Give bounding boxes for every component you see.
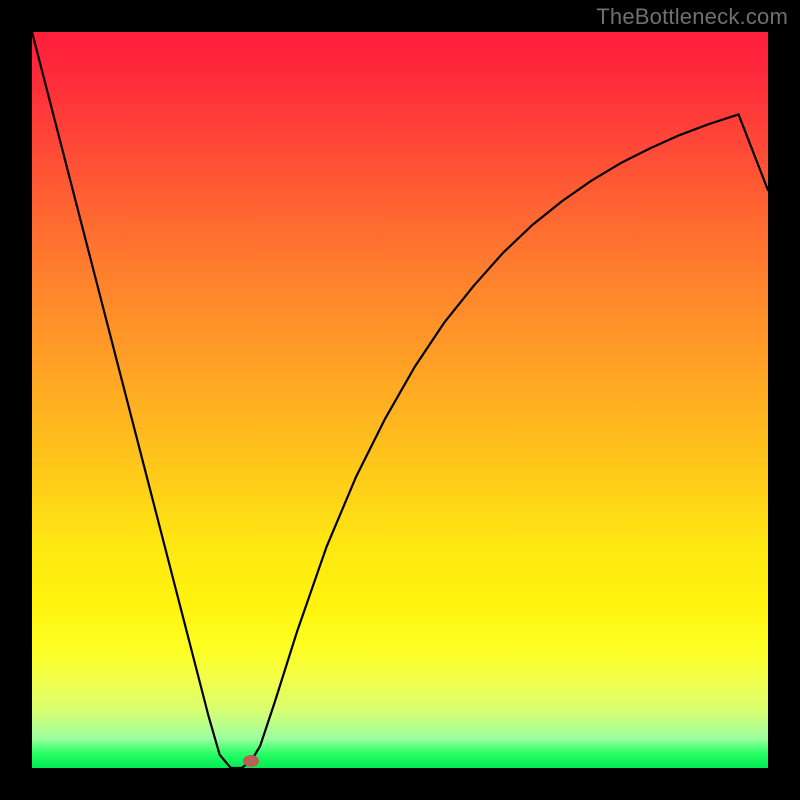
chart-frame: TheBottleneck.com — [0, 0, 800, 800]
bottleneck-curve — [32, 32, 768, 768]
plot-area — [32, 32, 768, 768]
optimum-marker — [243, 755, 259, 767]
watermark-text: TheBottleneck.com — [596, 4, 788, 30]
